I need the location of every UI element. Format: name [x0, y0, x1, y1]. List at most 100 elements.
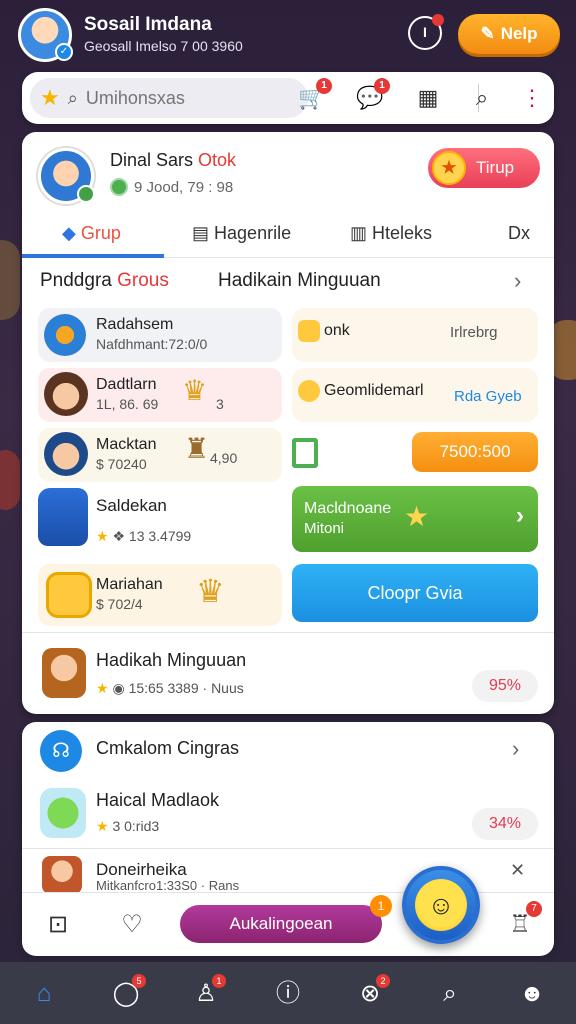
search-bar: ★ ⌕ 🛒1 💬1 ▦ ⌕ ⋮ — [22, 72, 554, 124]
tab-dx[interactable]: Dx — [508, 214, 530, 258]
tab-label: Hteleks — [372, 223, 433, 243]
section-title: Pnddgra Grous — [40, 270, 169, 292]
group-name: Dinal Sars Otok — [110, 150, 236, 171]
pencil-icon: ✎ — [480, 24, 495, 43]
info-icon[interactable]: ⓘ — [268, 974, 308, 1014]
game-tile[interactable]: onk Irlrebrg — [292, 308, 538, 362]
home-icon[interactable]: ⌂ — [24, 974, 64, 1014]
active-tab-indicator — [22, 254, 164, 258]
tab-label: Grup — [80, 223, 121, 243]
game-tile[interactable]: Mariahan $ 702/4 ♛ — [38, 564, 282, 626]
game-tile[interactable]: Macktan $ 70240 ♜ 4,90 — [38, 428, 282, 482]
trophy-badge: 7 — [526, 901, 542, 917]
game-tile[interactable]: Radahsem Nafdhmant:72:0/0 — [38, 308, 282, 362]
monster-icon — [40, 788, 86, 838]
clock-icon: ◉ — [112, 680, 125, 696]
main-action-badge: 1 — [370, 895, 392, 917]
bell-label: I — [423, 24, 427, 40]
tab-bar: ◆ Grup ▤ Hagenrile ▥ Hteleks Dx — [22, 214, 554, 258]
cart-icon[interactable]: 🛒 1 — [296, 78, 332, 114]
support-icon: ☊ — [40, 730, 82, 772]
shield-icon — [46, 572, 92, 618]
avatar-icon — [42, 856, 82, 894]
trophy-icon: ♛ — [196, 573, 225, 609]
tile-subtitle: Irlrebrg — [450, 324, 498, 341]
cube-icon: ❖ — [112, 528, 126, 544]
tile-subtitle: Nafdhmant:72:0/0 — [96, 336, 208, 352]
price-button[interactable]: 7500:500 — [412, 432, 538, 472]
group-subtitle-text: 9 Jood, 79 : 98 — [134, 178, 234, 196]
percent-badge: 34% — [472, 808, 538, 840]
group-name-highlight: Otok — [198, 150, 237, 170]
chevron-right-icon: › — [516, 502, 524, 529]
tab-label: Hagenrile — [214, 223, 292, 243]
main-action-label: Aukalingoean — [229, 914, 333, 933]
tile-subtitle: 13 3.4799 — [128, 528, 192, 544]
star-icon: ★ — [404, 501, 430, 532]
swap-icon[interactable]: ⊗ 2 — [350, 974, 390, 1014]
game-tile[interactable]: Geomlidemarl Rda Gyeb — [292, 368, 538, 422]
heart-icon[interactable]: ♡ — [114, 907, 150, 943]
diamond-icon: ◆ — [62, 223, 76, 243]
avatar-icon — [42, 648, 86, 698]
tab-hteleks[interactable]: ▥ Hteleks — [350, 214, 432, 258]
nav-badge: 1 — [212, 974, 226, 988]
green-action-button[interactable]: Macldnoane Mitoni ★ › — [292, 486, 538, 552]
tile-title: Dadtlarn — [96, 376, 157, 393]
wheel-icon — [44, 314, 86, 356]
tile-subtitle: $ 70240 — [96, 456, 147, 472]
help-button[interactable]: ✎ Nelp — [458, 14, 560, 54]
group-avatar[interactable] — [38, 148, 95, 204]
search-icon[interactable]: ⌕ — [430, 974, 470, 1014]
game-tile[interactable]: Saldekan ★ ❖ 13 3.4799 — [38, 488, 282, 552]
list-item[interactable]: Hadikah Minguuan ★ ◉ 15:65 3389 · Nuus 9… — [22, 634, 554, 712]
list-item[interactable]: Haical Madlaok ★ 3 0:rid3 34% — [22, 780, 554, 848]
tile-title: onk — [324, 322, 350, 339]
tab-label: Dx — [508, 223, 530, 243]
join-button[interactable]: ★ Tirup — [428, 148, 540, 188]
tile-subtitle: $ 702/4 — [96, 596, 143, 612]
flag-icon — [292, 438, 318, 468]
divider — [22, 848, 554, 849]
search-icon: ⌕ — [67, 87, 78, 108]
user-name: Sosail Imdana — [84, 14, 212, 35]
search-input[interactable] — [85, 87, 276, 109]
tab-hagenrile[interactable]: ▤ Hagenrile — [192, 214, 291, 258]
row-title: Cmkalom Cingras — [96, 738, 240, 758]
chevron-right-icon[interactable]: › — [514, 268, 521, 294]
list-item[interactable]: ☊ Cmkalom Cingras › — [22, 722, 554, 778]
row-subtitle: 15:65 3389 · Nuus — [128, 680, 244, 696]
group-action-button[interactable]: Cloopr Gvia — [292, 564, 538, 622]
more-icon[interactable]: ⋮ — [516, 82, 548, 114]
barrel-icon: ♜ — [184, 433, 210, 464]
search-pill[interactable]: ★ ⌕ — [30, 78, 308, 118]
group-subtitle: 9 Jood, 79 : 98 — [110, 178, 233, 196]
avatar-icon — [44, 372, 88, 416]
grid-icon[interactable]: ▦ — [412, 82, 444, 114]
tile-title: Mariahan — [96, 576, 163, 593]
bell-dot-icon — [432, 14, 444, 26]
tab-grup[interactable]: ◆ Grup — [62, 214, 121, 258]
tile-title: Radahsem — [96, 316, 174, 333]
user-subtitle: Geosall Imelso 7 00 3960 — [84, 38, 243, 54]
mascot-fab-button[interactable]: ☺ — [402, 866, 480, 944]
chevron-right-icon[interactable]: › — [512, 736, 519, 762]
bag-icon[interactable]: ⊡ — [40, 907, 76, 943]
close-icon[interactable]: ✕ — [510, 860, 525, 881]
user-avatar[interactable]: ✓ — [18, 8, 73, 62]
online-icon — [77, 185, 95, 203]
trophy-icon[interactable]: ♖ 7 — [502, 901, 542, 943]
tile-subtitle: Rda Gyeb — [454, 388, 522, 405]
chat-icon[interactable]: 💬 1 — [354, 78, 390, 114]
user-icon[interactable]: ☻ — [512, 974, 552, 1014]
percent-badge: 95% — [472, 670, 538, 702]
nav-badge: 2 — [376, 974, 390, 988]
notification-bell-button[interactable]: I — [408, 14, 444, 50]
nav-badge: 5 — [132, 974, 146, 988]
main-action-button[interactable]: Aukalingoean 1 — [180, 895, 392, 943]
list-icon: ▤ — [192, 223, 210, 243]
game-tile[interactable]: Dadtlarn 1L, 86. 69 ♛ 3 — [38, 368, 282, 422]
profile-edit-icon[interactable]: ♙ 1 — [186, 974, 226, 1014]
magnifier-icon[interactable]: ⌕ — [466, 82, 498, 114]
bubble-icon[interactable]: ◯ 5 — [106, 974, 146, 1014]
